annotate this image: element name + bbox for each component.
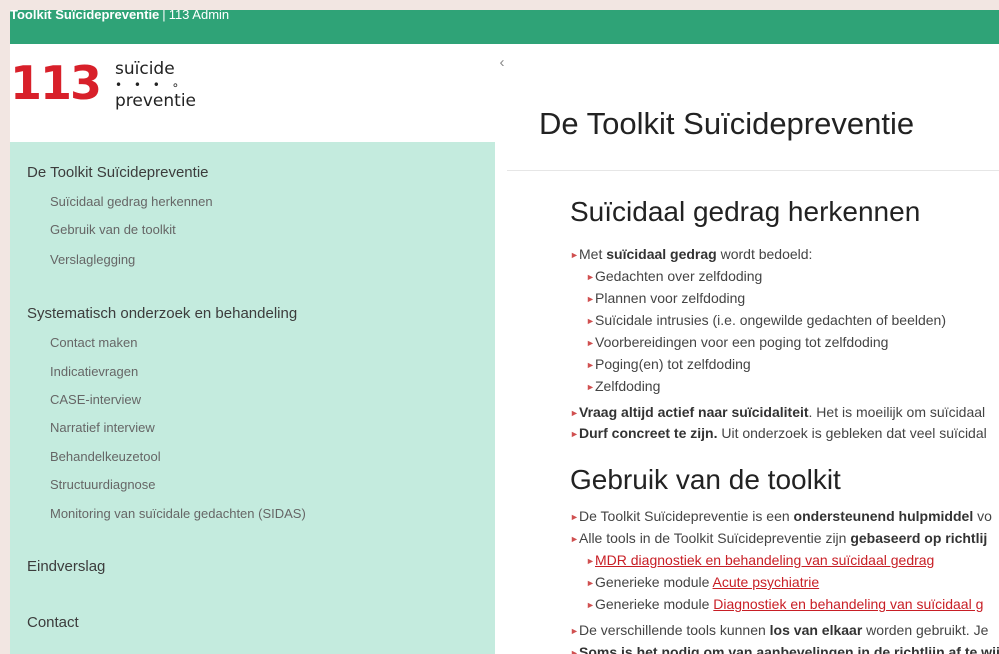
- nav-item-sidas[interactable]: Monitoring van suïcidale gedachten (SIDA…: [50, 506, 306, 521]
- nav-group-toolkit[interactable]: De Toolkit Suïcidepreventie: [27, 164, 209, 181]
- bullet-icon: ►: [586, 360, 595, 370]
- bullet-icon: ►: [586, 272, 595, 282]
- nav-group-onderzoek[interactable]: Systematisch onderzoek en behandeling: [27, 305, 297, 322]
- title-divider: [507, 170, 999, 171]
- link-mdr-richtlijn[interactable]: MDR diagnostiek en behandeling van suïci…: [595, 552, 934, 568]
- list-item: ►Plannen voor zelfdoding: [586, 290, 746, 306]
- logo[interactable]: 113 suïcide • • • ∘ preventie: [10, 56, 230, 116]
- nav-item-structuurdiagnose[interactable]: Structuurdiagnose: [50, 477, 156, 492]
- logo-wordmark: suïcide • • • ∘ preventie: [115, 60, 196, 110]
- list-item: ►Soms is het nodig om van aanbevelingen …: [570, 644, 999, 654]
- list-item: ►Met suïcidaal gedrag wordt bedoeld:: [570, 246, 813, 262]
- app-window: Toolkit Suïcidepreventie | 113 Admin 113 s…: [10, 10, 999, 654]
- list-item: ►Zelfdoding: [586, 378, 661, 394]
- bullet-icon: ►: [586, 578, 595, 588]
- bullet-icon: ►: [586, 382, 595, 392]
- bullet-icon: ►: [586, 294, 595, 304]
- list-item: ►Durf concreet te zijn. Uit onderzoek is…: [570, 425, 987, 441]
- list-item: ►Gedachten over zelfdoding: [586, 268, 763, 284]
- list-item: ►Voorbereidingen voor een poging tot zel…: [586, 334, 889, 350]
- bullet-icon: ►: [570, 408, 579, 418]
- nav-group-contact[interactable]: Contact: [27, 614, 79, 631]
- site-link[interactable]: Toolkit Suïcidepreventie: [10, 10, 159, 22]
- nav-item-gebruik-toolkit[interactable]: Gebruik van de toolkit: [50, 222, 176, 237]
- nav-item-narratief-interview[interactable]: Narratief interview: [50, 420, 155, 435]
- admin-topbar: Toolkit Suïcidepreventie | 113 Admin: [10, 10, 999, 44]
- logo-dots: • • • ∘: [115, 78, 184, 92]
- logo-digits: 113: [10, 56, 102, 110]
- logo-word-preventie: preventie: [115, 91, 197, 111]
- page-title: De Toolkit Suïcidepreventie: [539, 106, 915, 141]
- bullet-icon: ►: [570, 250, 579, 260]
- section-heading-herkennen: Suïcidaal gedrag herkennen: [570, 196, 921, 227]
- nav-item-contact-maken[interactable]: Contact maken: [50, 335, 137, 350]
- list-item: ►Vraag altijd actief naar suïcidaliteit.…: [570, 404, 986, 420]
- nav-item-suicidaal-gedrag[interactable]: Suïcidaal gedrag herkennen: [50, 194, 213, 209]
- main-content: De Toolkit Suïcidepreventie Suïcidaal ge…: [507, 66, 999, 654]
- bullet-icon: ►: [570, 648, 579, 654]
- section-heading-gebruik: Gebruik van de toolkit: [570, 464, 841, 495]
- list-item: ►MDR diagnostiek en behandeling van suïc…: [586, 552, 934, 568]
- list-item: ►De Toolkit Suïcidepreventie is een onde…: [570, 508, 992, 524]
- sidebar-header: 113 suïcide • • • ∘ preventie: [10, 44, 495, 142]
- nav-group-eindverslag[interactable]: Eindverslag: [27, 558, 105, 575]
- bullet-icon: ►: [570, 512, 579, 522]
- list-item: ►Generieke module Diagnostiek en behande…: [586, 596, 984, 612]
- bullet-icon: ►: [586, 556, 595, 566]
- list-item: ►Alle tools in de Toolkit Suïcideprevent…: [570, 530, 988, 546]
- admin-link[interactable]: 113 Admin: [169, 10, 229, 22]
- list-item: ►Poging(en) tot zelfdoding: [586, 356, 751, 372]
- link-diagnostiek-behandeling[interactable]: Diagnostiek en behandeling van suïcidaal…: [713, 596, 983, 612]
- list-item: ►De verschillende tools kunnen los van e…: [570, 622, 989, 638]
- bullet-icon: ►: [570, 626, 579, 636]
- bullet-icon: ►: [586, 338, 595, 348]
- topbar-separator: |: [162, 10, 166, 22]
- nav-item-case-interview[interactable]: CASE-interview: [50, 392, 141, 407]
- bullet-icon: ►: [586, 316, 595, 326]
- bullet-icon: ►: [570, 534, 579, 544]
- bullet-icon: ►: [586, 600, 595, 610]
- nav-item-indicatievragen[interactable]: Indicatievragen: [50, 364, 138, 379]
- bullet-icon: ►: [570, 429, 579, 439]
- list-item: ►Suïcidale intrusies (i.e. ongewilde ged…: [586, 312, 947, 328]
- list-item: ►Generieke module Acute psychiatrie: [586, 574, 820, 590]
- link-acute-psychiatrie[interactable]: Acute psychiatrie: [713, 574, 820, 590]
- nav-item-verslaglegging[interactable]: Verslaglegging: [50, 252, 135, 267]
- sidebar-nav: De Toolkit Suïcidepreventie Suïcidaal ge…: [10, 142, 495, 654]
- logo-word-suicide: suïcide: [115, 59, 175, 79]
- nav-item-behandelkeuzetool[interactable]: Behandelkeuzetool: [50, 449, 161, 464]
